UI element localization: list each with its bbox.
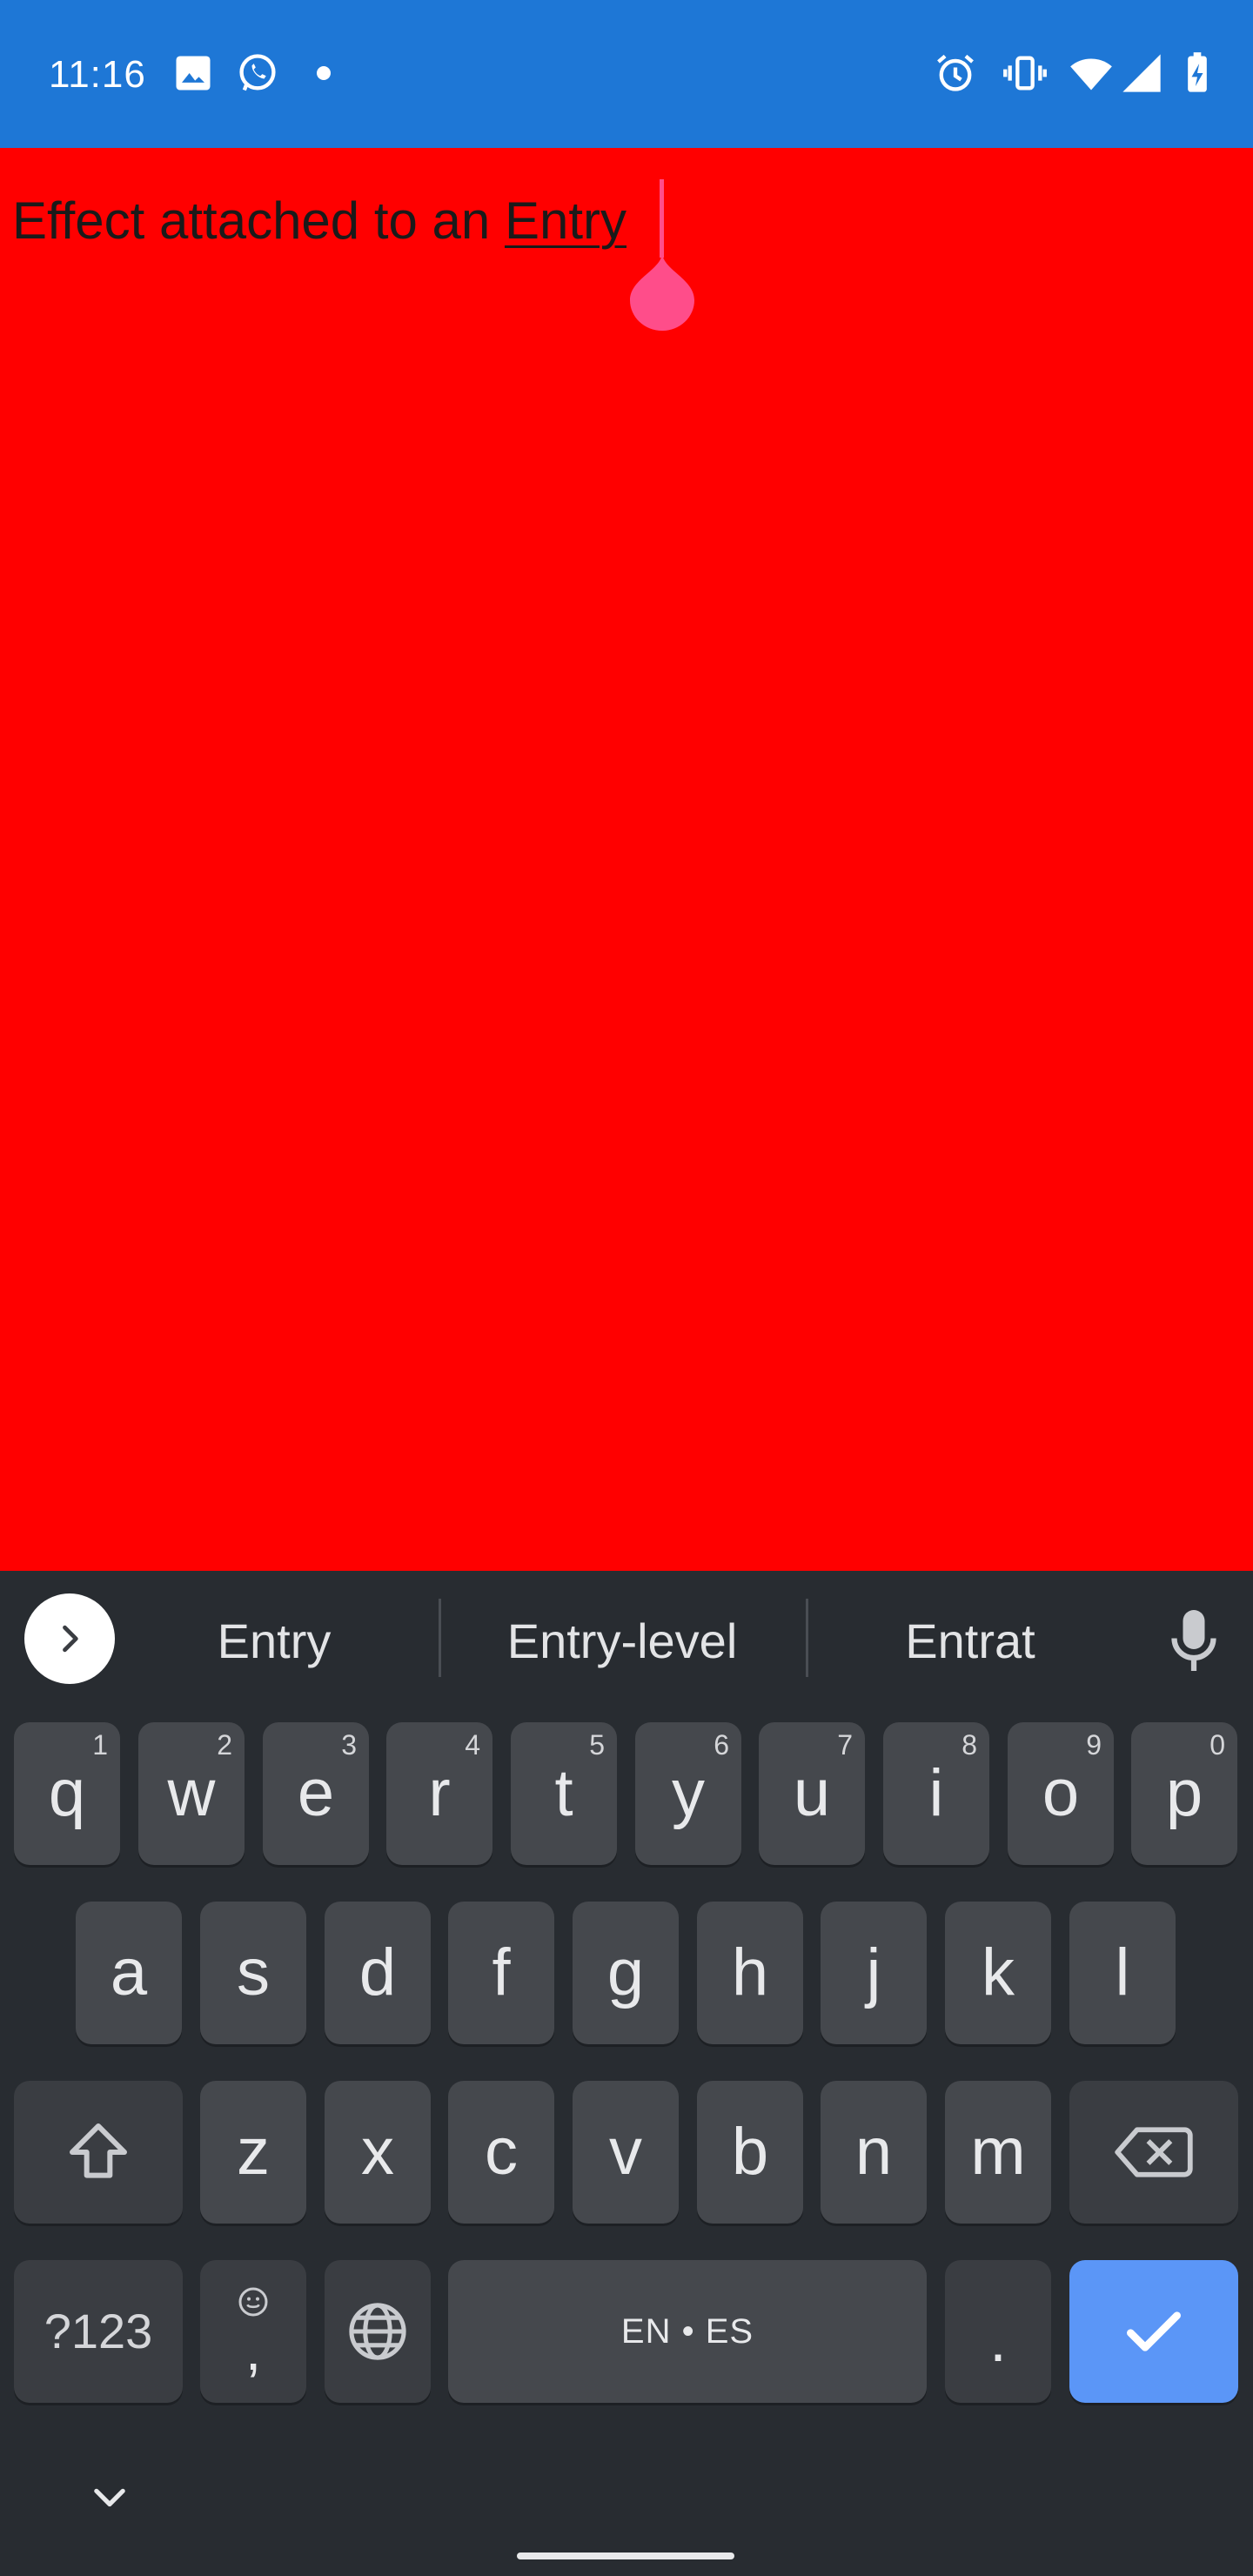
key-z[interactable]: z — [200, 2081, 306, 2224]
key-i[interactable]: i8 — [883, 1722, 989, 1865]
period-key[interactable]: . — [945, 2260, 1051, 2403]
key-n[interactable]: n — [821, 2081, 927, 2224]
backspace-icon — [1115, 2127, 1193, 2177]
space-key[interactable]: EN • ES — [448, 2260, 927, 2403]
key-e[interactable]: e3 — [263, 1722, 369, 1865]
key-q[interactable]: q1 — [14, 1722, 120, 1865]
alarm-icon — [937, 54, 974, 91]
key-u[interactable]: u7 — [759, 1722, 865, 1865]
image-icon — [176, 56, 211, 91]
checkmark-icon — [1127, 2311, 1181, 2351]
key-d[interactable]: d — [325, 1902, 431, 2044]
key-l[interactable]: l — [1069, 1902, 1176, 2044]
comma-emoji-key[interactable]: , — [200, 2260, 306, 2403]
suggestion-3[interactable]: Entrat — [835, 1611, 1105, 1672]
key-a[interactable]: a — [76, 1902, 182, 2044]
cursor-handle-icon[interactable] — [630, 252, 694, 331]
key-t[interactable]: t5 — [511, 1722, 617, 1865]
status-time: 11:16 — [49, 53, 146, 96]
suggestion-bar: Entry Entry-level Entrat — [0, 1571, 1253, 1710]
microphone-icon[interactable] — [1168, 1606, 1220, 1675]
suggestion-1[interactable]: Entry — [148, 1611, 400, 1672]
enter-key[interactable] — [1069, 2260, 1238, 2403]
key-w[interactable]: w2 — [138, 1722, 245, 1865]
key-g[interactable]: g — [573, 1902, 679, 2044]
key-s[interactable]: s — [200, 1902, 306, 2044]
shift-key[interactable] — [14, 2081, 183, 2224]
key-h[interactable]: h — [697, 1902, 803, 2044]
symbols-key[interactable]: ?123 — [14, 2260, 183, 2403]
shift-icon — [70, 2123, 127, 2178]
entry-text-prefix: Effect attached to an — [12, 191, 505, 250]
key-v[interactable]: v — [573, 2081, 679, 2224]
expand-toolbar-button[interactable] — [24, 1593, 115, 1684]
entry-text-word: Entry — [504, 191, 627, 250]
text-cursor — [660, 179, 664, 258]
globe-icon — [349, 2303, 406, 2360]
status-bar: 11:16 — [0, 0, 1253, 148]
signal-icon — [1122, 54, 1161, 92]
key-f[interactable]: f — [448, 1902, 554, 2044]
entry-field[interactable]: Effect attached to an Entry — [12, 186, 626, 256]
key-c[interactable]: c — [448, 2081, 554, 2224]
entry-area[interactable]: Effect attached to an Entry — [0, 148, 1253, 1571]
suggestion-divider — [439, 1599, 441, 1677]
key-b[interactable]: b — [697, 2081, 803, 2224]
wifi-icon — [1070, 58, 1112, 91]
key-p[interactable]: p0 — [1131, 1722, 1237, 1865]
suggestion-divider — [806, 1599, 808, 1677]
language-key[interactable] — [325, 2260, 431, 2403]
vibrate-icon — [1003, 56, 1047, 91]
backspace-key[interactable] — [1069, 2081, 1238, 2224]
gesture-navigation-bar[interactable] — [517, 2553, 734, 2559]
key-x[interactable]: x — [325, 2081, 431, 2224]
key-o[interactable]: o9 — [1008, 1722, 1114, 1865]
dot-icon — [317, 66, 331, 80]
hide-keyboard-icon[interactable] — [87, 2476, 132, 2521]
key-j[interactable]: j — [821, 1902, 927, 2044]
emoji-icon — [238, 2287, 268, 2317]
key-m[interactable]: m — [945, 2081, 1051, 2224]
battery-charging-icon — [1188, 52, 1207, 92]
suggestion-2[interactable]: Entry-level — [452, 1611, 792, 1672]
key-r[interactable]: r4 — [386, 1722, 492, 1865]
chevron-right-icon — [63, 1625, 78, 1653]
keyboard: Entry Entry-level Entrat q1 w2 e3 r4 t5 … — [0, 1571, 1253, 2576]
whatsapp-icon — [239, 54, 276, 91]
key-k[interactable]: k — [945, 1902, 1051, 2044]
key-y[interactable]: y6 — [635, 1722, 741, 1865]
